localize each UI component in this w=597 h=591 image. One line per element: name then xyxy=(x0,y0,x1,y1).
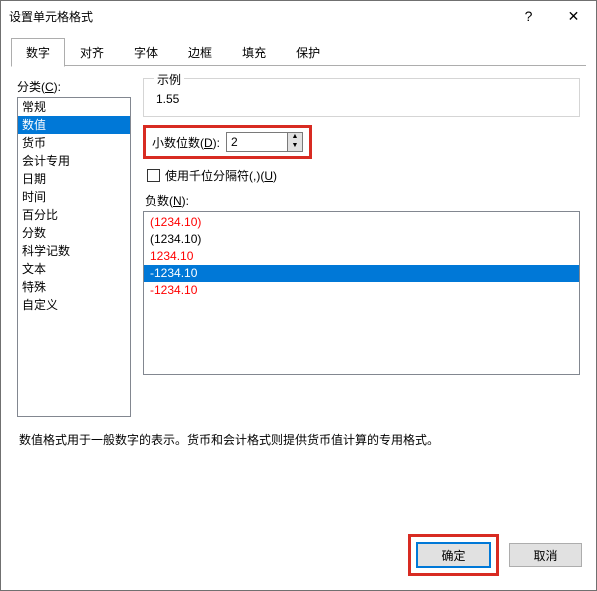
neg-item-plain-red[interactable]: 1234.10 xyxy=(144,248,579,265)
sample-value: 1.55 xyxy=(154,88,569,106)
close-button[interactable]: ✕ xyxy=(551,1,596,31)
thousands-separator-row[interactable]: 使用千位分隔符(,)(U) xyxy=(143,165,580,192)
spin-up-button[interactable]: ▲ xyxy=(288,133,302,142)
category-item-date[interactable]: 日期 xyxy=(18,170,130,188)
category-item-currency[interactable]: 货币 xyxy=(18,134,130,152)
tabs-strip: 数字 对齐 字体 边框 填充 保护 xyxy=(1,31,596,66)
neg-item-minus-black[interactable]: -1234.10 xyxy=(144,265,579,282)
category-item-scientific[interactable]: 科学记数 xyxy=(18,242,130,260)
category-item-custom[interactable]: 自定义 xyxy=(18,296,130,314)
format-cells-dialog: 设置单元格格式 ? ✕ 数字 对齐 字体 边框 填充 保护 分类(C): 常规 … xyxy=(0,0,597,591)
spin-down-button[interactable]: ▼ xyxy=(288,142,302,151)
cancel-button[interactable]: 取消 xyxy=(509,543,582,567)
category-item-accounting[interactable]: 会计专用 xyxy=(18,152,130,170)
negative-numbers-label: 负数(N): xyxy=(145,192,580,209)
ok-button-highlight: 确定 xyxy=(408,534,499,576)
neg-item-paren-red[interactable]: (1234.10) xyxy=(144,214,579,231)
titlebar: 设置单元格格式 ? ✕ xyxy=(1,1,596,31)
category-item-general[interactable]: 常规 xyxy=(18,98,130,116)
category-item-percentage[interactable]: 百分比 xyxy=(18,206,130,224)
button-bar: 确定 取消 xyxy=(1,524,596,590)
category-list[interactable]: 常规 数值 货币 会计专用 日期 时间 百分比 分数 科学记数 文本 特殊 自定… xyxy=(17,97,131,417)
tab-number[interactable]: 数字 xyxy=(11,38,65,67)
decimal-places-spinbox[interactable]: ▲ ▼ xyxy=(226,132,303,152)
thousands-separator-label: 使用千位分隔符(,)(U) xyxy=(165,167,277,184)
category-item-number[interactable]: 数值 xyxy=(18,116,130,134)
help-button[interactable]: ? xyxy=(506,1,551,31)
sample-label: 示例 xyxy=(154,71,184,88)
tab-alignment[interactable]: 对齐 xyxy=(65,38,119,67)
ok-button[interactable]: 确定 xyxy=(417,543,490,567)
category-column: 分类(C): 常规 数值 货币 会计专用 日期 时间 百分比 分数 科学记数 文… xyxy=(17,78,131,417)
category-item-special[interactable]: 特殊 xyxy=(18,278,130,296)
category-item-fraction[interactable]: 分数 xyxy=(18,224,130,242)
negative-numbers-list[interactable]: (1234.10) (1234.10) 1234.10 -1234.10 -12… xyxy=(143,211,580,375)
category-item-time[interactable]: 时间 xyxy=(18,188,130,206)
details-column: 示例 1.55 小数位数(D): ▲ ▼ xyxy=(143,78,580,417)
tab-fill[interactable]: 填充 xyxy=(227,38,281,67)
tab-content: 分类(C): 常规 数值 货币 会计专用 日期 时间 百分比 分数 科学记数 文… xyxy=(1,66,596,524)
neg-item-minus-red[interactable]: -1234.10 xyxy=(144,282,579,299)
titlebar-title: 设置单元格格式 xyxy=(9,8,506,25)
decimal-places-highlight: 小数位数(D): ▲ ▼ xyxy=(143,125,312,159)
sample-fieldset: 示例 1.55 xyxy=(143,78,580,117)
category-label: 分类(C): xyxy=(17,78,131,95)
decimal-places-label: 小数位数(D): xyxy=(152,134,220,151)
neg-item-paren-black[interactable]: (1234.10) xyxy=(144,231,579,248)
tab-protection[interactable]: 保护 xyxy=(281,38,335,67)
category-item-text[interactable]: 文本 xyxy=(18,260,130,278)
thousands-separator-checkbox[interactable] xyxy=(147,169,160,182)
format-description: 数值格式用于一般数字的表示。货币和会计格式则提供货币值计算的专用格式。 xyxy=(17,417,580,448)
decimal-places-input[interactable] xyxy=(227,133,287,151)
tab-border[interactable]: 边框 xyxy=(173,38,227,67)
spin-buttons: ▲ ▼ xyxy=(287,133,302,151)
tab-font[interactable]: 字体 xyxy=(119,38,173,67)
